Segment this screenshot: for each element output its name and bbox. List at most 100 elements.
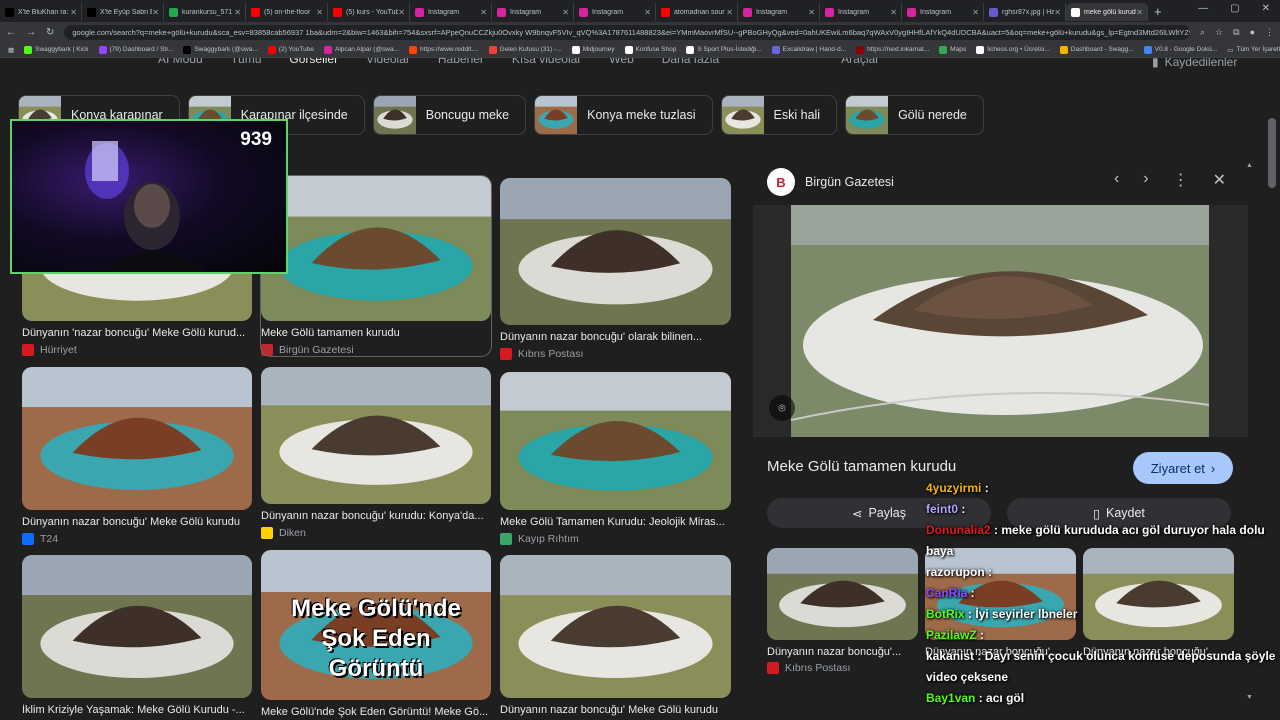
bookmark-item[interactable]: (2) YouTube bbox=[267, 45, 314, 54]
next-icon[interactable]: › bbox=[1143, 170, 1148, 190]
tab-close-icon[interactable]: ✕ bbox=[480, 8, 487, 17]
tab-close-icon[interactable]: ✕ bbox=[562, 8, 569, 17]
new-tab-button[interactable]: + bbox=[1154, 4, 1162, 19]
browser-tab[interactable]: Instagram ✕ bbox=[410, 3, 492, 21]
image-result-card[interactable]: Meke Gölü tamamen kurudu Birgün Gazetesi bbox=[260, 175, 492, 357]
result-source[interactable]: Kıbrıs Postası bbox=[500, 348, 731, 360]
all-bookmarks[interactable]: ▭Tüm Yer İşaretleri bbox=[1227, 46, 1280, 54]
result-image[interactable] bbox=[261, 176, 491, 321]
close-icon[interactable]: ✕ bbox=[1213, 170, 1226, 190]
tab-close-icon[interactable]: ✕ bbox=[972, 8, 979, 17]
close-window-icon[interactable]: ✕ bbox=[1262, 3, 1270, 14]
result-image[interactable] bbox=[261, 367, 491, 504]
tab-close-icon[interactable]: ✕ bbox=[234, 8, 241, 17]
panel-scroll-down-icon[interactable]: ▼ bbox=[1246, 694, 1253, 701]
preview-image[interactable]: ⌾ bbox=[753, 205, 1248, 437]
lens-icon[interactable]: ⌾ bbox=[769, 395, 795, 421]
result-source[interactable]: T24 bbox=[22, 533, 252, 545]
browser-tab[interactable]: rghsr87x.jpg | Ha ✕ bbox=[984, 3, 1066, 21]
back-icon[interactable]: ← bbox=[6, 27, 16, 38]
tab-close-icon[interactable]: ✕ bbox=[70, 8, 77, 17]
bookmark-item[interactable]: Gelen Kutusu (31) -... bbox=[488, 45, 562, 54]
search-tab[interactable]: Tümü bbox=[231, 58, 262, 66]
url-field[interactable]: google.com/search?q=meke+gölü+kurudu&sca… bbox=[64, 24, 1190, 40]
bookmark-item[interactable]: Excalidraw | Hand-d... bbox=[771, 45, 846, 54]
tab-close-icon[interactable]: ✕ bbox=[644, 8, 651, 17]
bookmark-item[interactable]: (79) Dashboard / Str... bbox=[98, 45, 173, 54]
result-title[interactable]: Meke Gölü Tamamen Kurudu: Jeolojik Miras… bbox=[500, 516, 731, 528]
search-tab[interactable]: Haberler bbox=[438, 58, 484, 66]
result-title[interactable]: Dünyanın nazar boncuğu' Meke Gölü kurudu bbox=[500, 704, 731, 716]
bookmark-item[interactable]: Maps bbox=[939, 45, 966, 54]
image-result-card[interactable]: Dünyanın nazar boncuğu' Meke Gölü kurudu bbox=[500, 555, 731, 716]
tab-close-icon[interactable]: ✕ bbox=[398, 8, 405, 17]
bookmark-item[interactable]: S Sport Plus-İstediği... bbox=[686, 45, 762, 54]
saved-link[interactable]: ▮ Kaydedilenler bbox=[1152, 58, 1237, 69]
image-result-card[interactable]: Dünyanın nazar boncuğu' kurudu: Konya'da… bbox=[261, 367, 491, 539]
bookmark-item[interactable]: Alpcan Alpar (@swa... bbox=[323, 45, 399, 54]
image-result-card[interactable]: Meke Gölü'nde Şok Eden Görüntü Meke Gölü'… bbox=[261, 550, 491, 718]
image-result-card[interactable]: Meke Gölü Tamamen Kurudu: Jeolojik Miras… bbox=[500, 372, 731, 545]
related-search-chip[interactable]: Konya meke tuzlasi bbox=[534, 95, 713, 135]
result-source[interactable]: Kayıp Rıhtım bbox=[500, 533, 731, 545]
image-result-card[interactable]: Dünyanın nazar boncuğu' Meke Gölü kurudu… bbox=[22, 367, 252, 545]
result-title[interactable]: Dünyanın nazar boncuğu' kurudu: Konya'da… bbox=[261, 510, 491, 522]
browser-tab[interactable]: Instagram ✕ bbox=[574, 3, 656, 21]
bookmark-item[interactable]: Dashboard - Swagg... bbox=[1059, 45, 1134, 54]
panel-source-name[interactable]: Birgün Gazetesi bbox=[805, 175, 894, 189]
tab-close-icon[interactable]: ✕ bbox=[808, 8, 815, 17]
result-image[interactable]: Meke Gölü'nde Şok Eden Görüntü bbox=[261, 550, 491, 700]
browser-tab[interactable]: (5) on-the-floor ✕ bbox=[246, 3, 328, 21]
tab-close-icon[interactable]: ✕ bbox=[726, 8, 733, 17]
tab-close-icon[interactable]: ✕ bbox=[152, 8, 159, 17]
browser-tab[interactable]: Instagram ✕ bbox=[738, 3, 820, 21]
result-image[interactable] bbox=[22, 367, 252, 510]
result-title[interactable]: Meke Gölü tamamen kurudu bbox=[261, 327, 491, 339]
result-title[interactable]: İklim Kriziyle Yaşamak: Meke Gölü Kurudu… bbox=[22, 704, 252, 716]
bookmark-item[interactable]: Swaggybark (@swa... bbox=[183, 45, 258, 54]
bookmark-item[interactable]: V0.8 - Google Dokü... bbox=[1143, 45, 1217, 54]
result-title[interactable]: Meke Gölü'nde Şok Eden Görüntü! Meke Gö.… bbox=[261, 706, 491, 718]
search-tab[interactable]: AI Modu bbox=[158, 58, 203, 66]
browser-tab[interactable]: atomadnan sour ✕ bbox=[656, 3, 738, 21]
image-result-card[interactable]: Dünyanın nazar boncuğu' olarak bilinen..… bbox=[500, 178, 731, 360]
image-result-card[interactable]: İklim Kriziyle Yaşamak: Meke Gölü Kurudu… bbox=[22, 555, 252, 716]
related-image-card[interactable]: Dünyanın nazar boncuğu'... Kıbrıs Postası bbox=[767, 548, 918, 674]
result-image[interactable] bbox=[500, 555, 731, 698]
search-tab[interactable]: Araçlar bbox=[841, 58, 879, 66]
related-title[interactable]: Dünyanın nazar boncuğu'... bbox=[767, 646, 918, 658]
extensions-icon[interactable]: ⧉ bbox=[1233, 27, 1239, 38]
page-scrollbar[interactable] bbox=[1268, 118, 1276, 188]
forward-icon[interactable]: → bbox=[26, 27, 36, 38]
browser-tab[interactable]: kurankursu_571 S ✕ bbox=[164, 3, 246, 21]
bookmark-item[interactable]: https://next.inkarnat... bbox=[856, 45, 929, 54]
search-tab[interactable]: Görseller bbox=[289, 58, 338, 66]
reload-icon[interactable]: ↻ bbox=[46, 27, 54, 38]
result-title[interactable]: Dünyanın 'nazar boncuğu' Meke Gölü kurud… bbox=[22, 327, 252, 339]
result-image[interactable] bbox=[22, 555, 252, 698]
browser-tab[interactable]: (5) kurs - YouTub ✕ bbox=[328, 3, 410, 21]
profile-icon[interactable]: ● bbox=[1250, 27, 1255, 38]
related-search-chip[interactable]: Eski hali bbox=[720, 95, 838, 135]
result-title[interactable]: Dünyanın nazar boncuğu' Meke Gölü kurudu bbox=[22, 516, 252, 528]
tab-close-icon[interactable]: ✕ bbox=[316, 8, 323, 17]
bookmark-item[interactable]: lichess.org • Ücretsi... bbox=[976, 45, 1050, 54]
minimize-icon[interactable]: — bbox=[1198, 3, 1208, 14]
bookmark-item[interactable]: https://www.reddit.... bbox=[409, 45, 479, 54]
maximize-icon[interactable]: ▢ bbox=[1230, 3, 1239, 14]
zoom-icon[interactable]: ⌕ bbox=[1200, 27, 1205, 38]
previous-icon[interactable]: ‹ bbox=[1114, 170, 1119, 190]
related-search-chip[interactable]: Gölü nerede bbox=[845, 95, 984, 135]
browser-tab[interactable]: Instagram ✕ bbox=[902, 3, 984, 21]
browser-tab[interactable]: Instagram ✕ bbox=[492, 3, 574, 21]
related-image[interactable] bbox=[767, 548, 918, 640]
more-options-icon[interactable]: ⋮ bbox=[1173, 170, 1189, 190]
browser-tab[interactable]: X'te BluKhan ra: ✕ bbox=[0, 3, 82, 21]
bookmark-star-icon[interactable]: ☆ bbox=[1215, 27, 1223, 38]
result-source[interactable]: Hürriyet bbox=[22, 344, 252, 356]
browser-tab[interactable]: meke gölü kurud ✕ bbox=[1066, 3, 1148, 21]
result-image[interactable] bbox=[500, 372, 731, 510]
result-title[interactable]: Dünyanın nazar boncuğu' olarak bilinen..… bbox=[500, 331, 731, 343]
browser-tab[interactable]: Instagram ✕ bbox=[820, 3, 902, 21]
search-tab[interactable]: Daha fazla bbox=[662, 58, 719, 66]
